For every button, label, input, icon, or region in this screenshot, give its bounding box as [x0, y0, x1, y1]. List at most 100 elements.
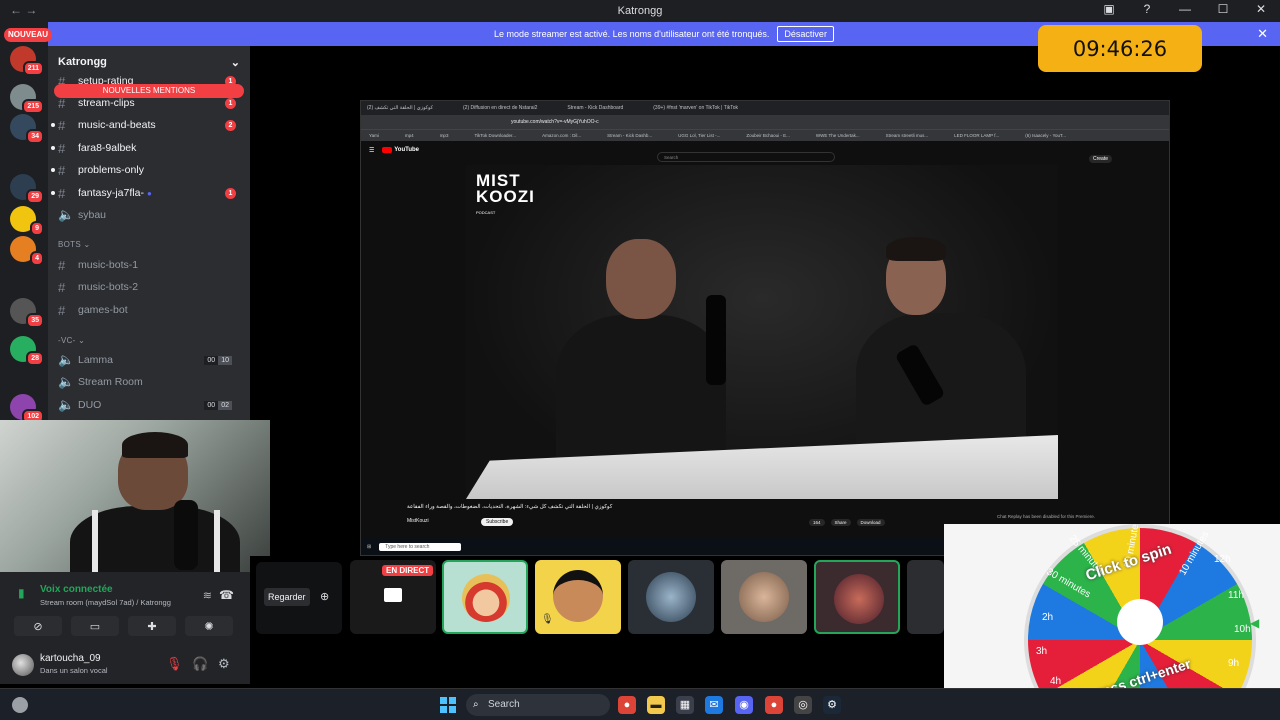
bookmark[interactable]: Zoubeir Bchaoui - E...: [746, 133, 790, 138]
youtube-search-input[interactable]: Search: [657, 152, 835, 162]
share-button[interactable]: Share: [830, 519, 851, 526]
help-icon[interactable]: ?: [1138, 2, 1156, 16]
settings-gear-icon[interactable]: ⚙: [218, 656, 230, 672]
server-icon[interactable]: 102: [10, 394, 44, 424]
widgets-icon[interactable]: [12, 697, 28, 713]
chrome-icon[interactable]: ●: [765, 696, 783, 714]
bookmark[interactable]: Stream - Kick Dashb...: [607, 133, 652, 138]
subscribe-button[interactable]: Subscribe: [481, 518, 514, 526]
steam-icon[interactable]: ⚙: [823, 696, 841, 714]
close-button[interactable]: ✕: [1252, 2, 1270, 16]
bookmark[interactable]: Amazon.com : Dil...: [542, 133, 581, 138]
windows-start-icon[interactable]: [440, 697, 456, 713]
category-vc[interactable]: -VC- ⌄: [58, 336, 85, 345]
participant-tile[interactable]: [628, 560, 714, 634]
browser-tab[interactable]: (39+) #fnst 'marven' on TikTok | TikTok: [653, 105, 738, 111]
obs-icon[interactable]: ◎: [794, 696, 812, 714]
screen-share-button[interactable]: ▭: [71, 616, 119, 636]
youtube-logo[interactable]: ▶ YouTube: [382, 147, 419, 153]
server-icon[interactable]: 9: [10, 206, 44, 236]
bookmark[interactable]: mp3: [440, 133, 449, 138]
participant-tile[interactable]: 🎙: [535, 560, 621, 634]
create-button[interactable]: Create: [1089, 155, 1113, 163]
channel-label: stream-clips: [78, 97, 135, 109]
participant-tile[interactable]: [814, 560, 900, 634]
channel-games-bot[interactable]: # games-bot: [58, 299, 244, 321]
channel-problems-only[interactable]: # problems-only: [51, 159, 244, 181]
participant-tile[interactable]: [907, 560, 944, 634]
bookmark[interactable]: Yami: [369, 133, 379, 138]
address-bar[interactable]: youtube.com/watch?v=-vMyGjYuhOO-c: [361, 115, 1169, 129]
bookmark[interactable]: Stream streetli mus...: [886, 133, 929, 138]
camera-off-button[interactable]: ⊘: [14, 616, 62, 636]
browser-tabs: كوكوزي | الحلقة التي تكشف (2) (2) Diffus…: [361, 101, 1169, 115]
voice-channel-duo[interactable]: 🔈 DUO 00 02: [58, 394, 244, 416]
signal-icon[interactable]: ▮: [18, 586, 25, 600]
bookmark[interactable]: LED FLOOR LAMP f...: [954, 133, 999, 138]
bookmark[interactable]: WWE The Undertak...: [816, 133, 860, 138]
channel-label: problems-only: [78, 164, 144, 176]
channel-sybau[interactable]: 🔈 sybau: [58, 204, 244, 226]
server-icon[interactable]: 211: [10, 46, 44, 76]
muted-icon: 🎙: [541, 614, 554, 625]
bookmark[interactable]: UGG Lol, Tier List -...: [678, 133, 720, 138]
inbox-icon[interactable]: ▣: [1100, 2, 1118, 16]
participant-tile[interactable]: [442, 560, 528, 634]
channel-stream-clips[interactable]: # stream-clips 1: [58, 92, 244, 114]
disconnect-icon[interactable]: ☎: [219, 588, 234, 602]
username[interactable]: kartoucha_09: [40, 653, 101, 664]
taskbar-search[interactable]: ⌕ Search: [466, 694, 610, 716]
server-icon[interactable]: 28: [10, 336, 44, 366]
participant-tile[interactable]: [721, 560, 807, 634]
activities-button[interactable]: ✚: [128, 616, 176, 636]
like-button[interactable]: 164: [809, 519, 825, 526]
minimize-button[interactable]: —: [1176, 2, 1194, 16]
discord-icon[interactable]: ◉: [735, 696, 753, 714]
close-banner-icon[interactable]: ✕: [1257, 26, 1268, 42]
browser-tab[interactable]: Stream - Kick Dashboard: [567, 105, 623, 111]
mute-icon[interactable]: 🎙: [166, 656, 183, 672]
avatar[interactable]: [12, 654, 34, 676]
browser-tab[interactable]: (2) Diffusion en direct de Nstarai2: [463, 105, 537, 111]
channel-fara8-9albek[interactable]: # fara8-9albek: [51, 137, 244, 159]
voice-connected-title[interactable]: Voix connectée: [40, 584, 113, 595]
channel-fantasy-ja7fla[interactable]: # fantasy-ja7fla- ● 1: [51, 182, 244, 204]
headphones-icon[interactable]: 🎧: [192, 656, 208, 672]
avatar: [739, 572, 789, 622]
store-icon[interactable]: ▦: [676, 696, 694, 714]
mail-icon[interactable]: ✉: [705, 696, 723, 714]
maximize-button[interactable]: ☐: [1214, 2, 1232, 16]
chrome-icon[interactable]: ●: [618, 696, 636, 714]
voice-connected-subtitle[interactable]: Stream room (maydSol 7ad) / Katrongg: [40, 598, 171, 607]
server-icon[interactable]: 4: [10, 236, 44, 266]
wheel-hub: [1117, 599, 1163, 645]
channel-music-bots-1[interactable]: # music-bots-1: [58, 254, 244, 276]
voice-channel-stream-room[interactable]: 🔈 Stream Room: [58, 371, 244, 393]
voice-channel-lamma[interactable]: 🔈 Lamma 00 10: [58, 349, 244, 371]
soundboard-button[interactable]: ✺: [185, 616, 233, 636]
disable-streamer-mode-button[interactable]: Désactiver: [777, 26, 834, 42]
download-button[interactable]: Download: [856, 519, 885, 526]
stream-preview-tile[interactable]: Regarder ⊕: [256, 562, 342, 634]
hamburger-icon[interactable]: ☰: [369, 147, 374, 154]
channel-music-bots-2[interactable]: # music-bots-2: [58, 276, 244, 298]
channel-music-and-beats[interactable]: # music-and-beats 2: [51, 114, 244, 136]
watch-button[interactable]: Regarder: [264, 588, 310, 606]
bookmark[interactable]: (6) Isaacely - YouT...: [1025, 133, 1066, 138]
category-bots[interactable]: BOTS ⌄: [58, 240, 91, 249]
user-limit: 00 10: [204, 355, 232, 365]
popout-icon[interactable]: ⊕: [320, 590, 329, 603]
bookmark[interactable]: mp4: [405, 133, 414, 138]
channel-name[interactable]: MistKouzi: [407, 518, 429, 524]
bookmark[interactable]: TikTok Downloader...: [474, 133, 516, 138]
server-icon[interactable]: 215: [10, 84, 44, 114]
server-icon[interactable]: 29: [10, 174, 44, 204]
browser-tab[interactable]: كوكوزي | الحلقة التي تكشف (2): [367, 105, 433, 111]
hash-icon: #: [58, 302, 66, 318]
server-icon[interactable]: 34: [10, 114, 44, 144]
back-arrow-icon[interactable]: ← →: [10, 3, 37, 17]
video-player[interactable]: MIST KOOZI PODCAST: [466, 165, 1058, 499]
folder-icon[interactable]: ▬: [647, 696, 665, 714]
server-icon[interactable]: 35: [10, 298, 44, 328]
noise-suppression-icon[interactable]: ≋: [203, 589, 212, 602]
